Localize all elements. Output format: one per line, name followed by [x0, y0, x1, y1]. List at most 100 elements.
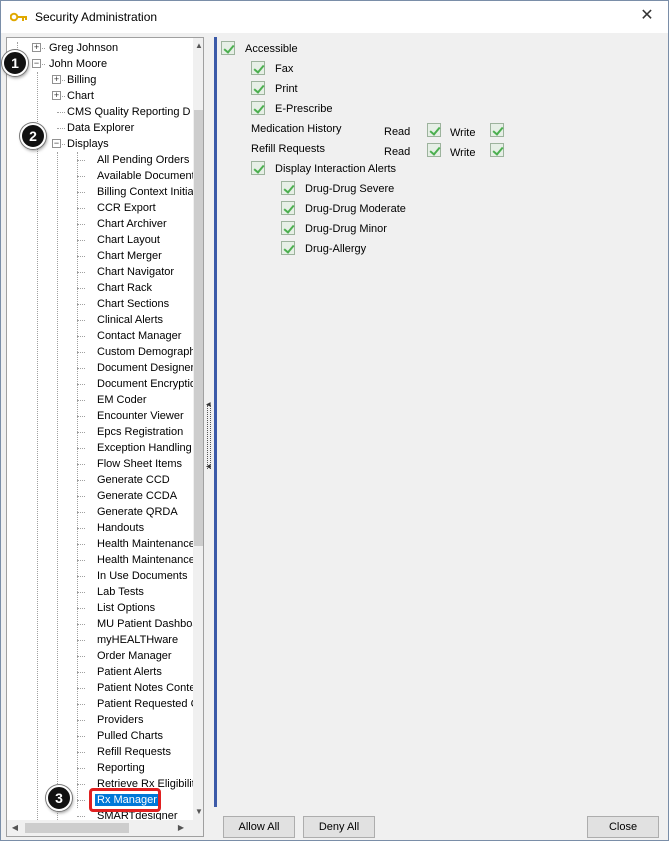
- scroll-up-icon[interactable]: ▲: [193, 38, 203, 54]
- tree-node[interactable]: Patient Requested C: [95, 696, 201, 712]
- tree-node[interactable]: Generate QRDA: [95, 504, 180, 520]
- scroll-down-icon[interactable]: ▼: [193, 804, 203, 820]
- tree-node[interactable]: Data Explorer: [65, 120, 136, 136]
- vertical-scroll-thumb[interactable]: [194, 110, 203, 546]
- tree-node[interactable]: Exception Handling: [95, 440, 194, 456]
- display-interaction-alerts-checkbox[interactable]: [251, 161, 265, 175]
- expand-icon[interactable]: +: [32, 43, 41, 52]
- tree-node-label: Health Maintenance: [97, 554, 195, 566]
- drug-drug-minor-checkbox[interactable]: [281, 221, 295, 235]
- tree-guide-line: [77, 160, 85, 161]
- tree-node[interactable]: Greg Johnson: [47, 40, 120, 56]
- eprescribe-checkbox[interactable]: [251, 101, 265, 115]
- tree-node[interactable]: Clinical Alerts: [95, 312, 165, 328]
- tree-node-label: Order Manager: [97, 650, 172, 662]
- tree-node[interactable]: Health Maintenance: [95, 552, 197, 568]
- tree-guide-line: [77, 496, 85, 497]
- tree-node[interactable]: CMS Quality Reporting D: [65, 104, 193, 120]
- tree-node[interactable]: Lab Tests: [95, 584, 146, 600]
- tree-node[interactable]: Document Designer: [95, 360, 196, 376]
- tree-node[interactable]: Chart Rack: [95, 280, 154, 296]
- tree-node[interactable]: Health Maintenance: [95, 536, 197, 552]
- tree-guide-line: [77, 224, 85, 225]
- title-bar: Security Administration ✕: [1, 1, 668, 33]
- fax-checkbox[interactable]: [251, 61, 265, 75]
- tree-node[interactable]: Billing: [65, 72, 98, 88]
- tree-node[interactable]: Reporting: [95, 760, 147, 776]
- tree-node[interactable]: Chart Archiver: [95, 216, 169, 232]
- tree-node[interactable]: Available Document: [95, 168, 197, 184]
- tree-node[interactable]: Refill Requests: [95, 744, 173, 760]
- tree-guide-line: [77, 768, 85, 769]
- tree-node[interactable]: Epcs Registration: [95, 424, 185, 440]
- collapse-icon[interactable]: −: [52, 139, 61, 148]
- tree-node[interactable]: John Moore: [47, 56, 109, 72]
- tree-horizontal-scrollbar[interactable]: ◀ ▶: [7, 820, 203, 836]
- drug-drug-moderate-label: Drug-Drug Moderate: [305, 203, 406, 215]
- tree-node[interactable]: Contact Manager: [95, 328, 183, 344]
- tree-node[interactable]: myHEALTHware: [95, 632, 180, 648]
- accessible-checkbox[interactable]: [221, 41, 235, 55]
- medication-history-label: Medication History: [251, 123, 342, 135]
- tree-node-label: Contact Manager: [97, 330, 182, 342]
- refill-requests-write-checkbox[interactable]: [490, 143, 504, 157]
- refill-requests-read-checkbox[interactable]: [427, 143, 441, 157]
- tree-node[interactable]: Generate CCD: [95, 472, 172, 488]
- tree-node-label: Chart Layout: [97, 234, 160, 246]
- print-checkbox[interactable]: [251, 81, 265, 95]
- tree-node[interactable]: Patient Alerts: [95, 664, 164, 680]
- security-administration-window: Security Administration ✕ Greg Johnson + J…: [0, 0, 669, 841]
- tree-node[interactable]: In Use Documents: [95, 568, 189, 584]
- expand-icon[interactable]: +: [52, 75, 61, 84]
- tree-node[interactable]: Chart Navigator: [95, 264, 176, 280]
- drug-drug-severe-label: Drug-Drug Severe: [305, 183, 395, 195]
- drug-drug-moderate-checkbox[interactable]: [281, 201, 295, 215]
- tree-node[interactable]: Billing Context Initializ: [95, 184, 203, 200]
- medication-history-read-checkbox[interactable]: [427, 123, 441, 137]
- tree-node[interactable]: Generate CCDA: [95, 488, 179, 504]
- tree-node[interactable]: Custom Demographic: [95, 344, 204, 360]
- close-window-button[interactable]: ✕: [632, 5, 662, 27]
- tree-vertical-scrollbar[interactable]: ▲ ▼: [193, 38, 203, 820]
- tree-node[interactable]: Chart: [65, 88, 96, 104]
- tree-guide-line: [77, 272, 85, 273]
- tree-node-label: Generate QRDA: [97, 506, 178, 518]
- tree-node[interactable]: Chart Merger: [95, 248, 164, 264]
- allow-all-button[interactable]: Allow All: [223, 816, 295, 838]
- user-permissions-tree[interactable]: Greg Johnson + John Moore − Billing + Chart + CM…: [6, 37, 204, 837]
- tree-guide-line: [77, 400, 85, 401]
- tree-node[interactable]: Providers: [95, 712, 145, 728]
- collapse-left-icon[interactable]: ◀: [206, 463, 212, 470]
- drug-allergy-checkbox[interactable]: [281, 241, 295, 255]
- tree-node[interactable]: Handouts: [95, 520, 146, 536]
- drug-drug-severe-checkbox[interactable]: [281, 181, 295, 195]
- tree-node[interactable]: Order Manager: [95, 648, 174, 664]
- tree-node[interactable]: Chart Layout: [95, 232, 162, 248]
- tree-node[interactable]: MU Patient Dashboa: [95, 616, 201, 632]
- tree-node[interactable]: Encounter Viewer: [95, 408, 186, 424]
- tree-node-label: Chart Sections: [97, 298, 170, 310]
- tree-node[interactable]: Pulled Charts: [95, 728, 165, 744]
- tree-node[interactable]: Patient Notes Contex: [95, 680, 203, 696]
- tree-node[interactable]: Displays: [65, 136, 111, 152]
- tree-node-label: Document Designer: [97, 362, 195, 374]
- scroll-left-icon[interactable]: ◀: [7, 820, 23, 836]
- pane-splitter[interactable]: ◀ ◀: [205, 37, 213, 837]
- medication-history-write-checkbox[interactable]: [490, 123, 504, 137]
- deny-all-button[interactable]: Deny All: [303, 816, 375, 838]
- tree-node-label: Custom Demographic: [97, 346, 204, 358]
- scroll-right-icon[interactable]: ▶: [173, 820, 189, 836]
- tree-node[interactable]: CCR Export: [95, 200, 158, 216]
- tree-node[interactable]: Chart Sections: [95, 296, 171, 312]
- tree-node[interactable]: All Pending Orders: [95, 152, 191, 168]
- tree-node[interactable]: Document Encryption: [95, 376, 203, 392]
- tree-node[interactable]: List Options: [95, 600, 157, 616]
- tree-node[interactable]: EM Coder: [95, 392, 149, 408]
- horizontal-scroll-thumb[interactable]: [25, 823, 129, 833]
- collapse-icon[interactable]: −: [32, 59, 41, 68]
- close-button[interactable]: Close: [587, 816, 659, 838]
- splitter-grip-icon[interactable]: [207, 405, 211, 469]
- tree-node-label: Generate CCDA: [97, 490, 178, 502]
- tree-node[interactable]: Flow Sheet Items: [95, 456, 184, 472]
- expand-icon[interactable]: +: [52, 91, 61, 100]
